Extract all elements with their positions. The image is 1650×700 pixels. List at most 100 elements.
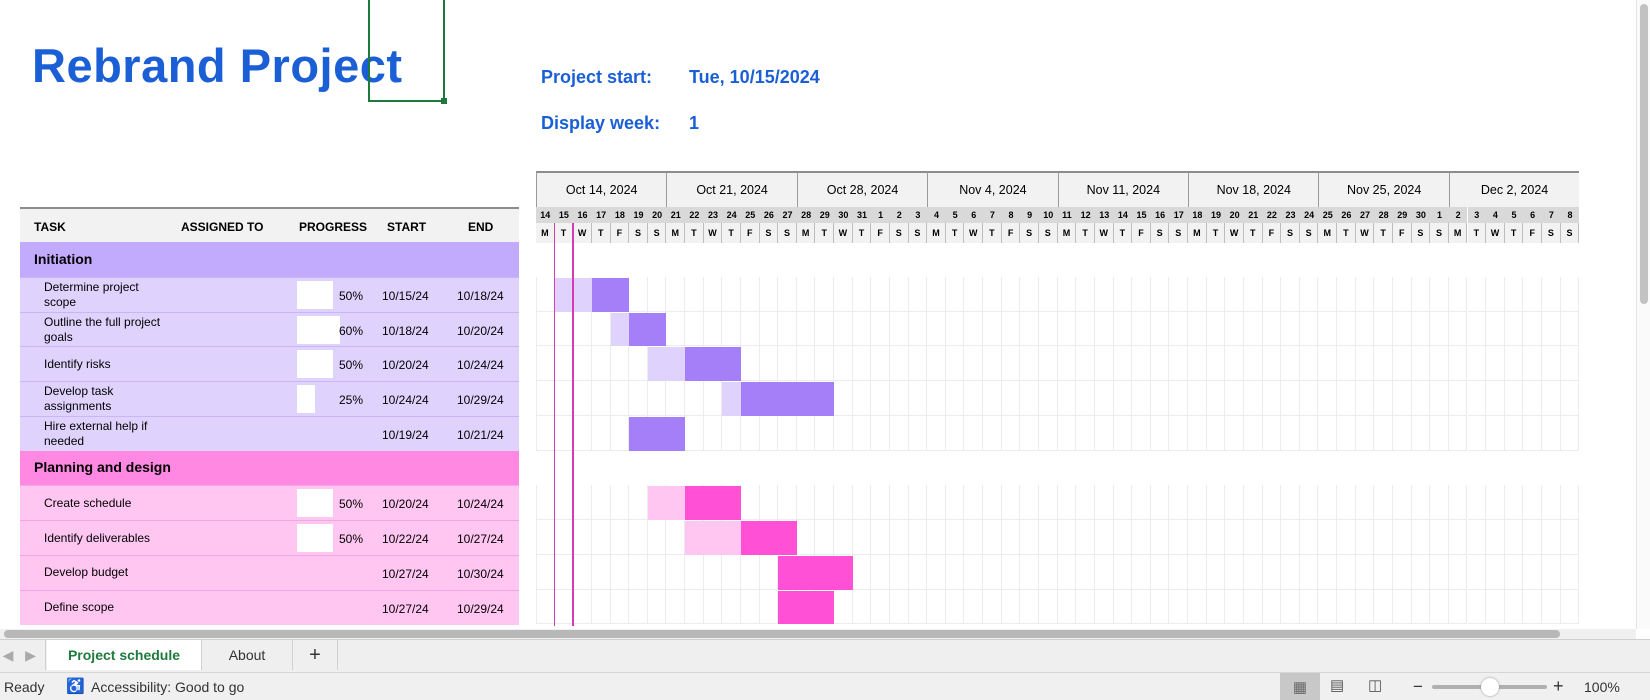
zoom-out-button[interactable]: −	[1413, 677, 1423, 697]
start-date[interactable]: 10/19/24	[382, 428, 429, 442]
grid-cell	[871, 554, 890, 590]
vertical-scroll-thumb[interactable]	[1640, 4, 1648, 304]
start-date[interactable]: 10/27/24	[382, 567, 429, 581]
gantt-bar[interactable]	[778, 590, 835, 625]
grid-cell	[1374, 415, 1393, 451]
task-name[interactable]: Develop budget	[44, 556, 169, 590]
progress-value[interactable]: 25%	[320, 393, 363, 407]
task-name[interactable]: Outline the full project goals	[44, 313, 169, 347]
zoom-in-button[interactable]: +	[1553, 676, 1564, 697]
gantt-bar[interactable]	[685, 347, 741, 381]
grid-cell	[1542, 381, 1561, 416]
grid-cell	[1281, 346, 1300, 381]
start-date[interactable]: 10/15/24	[382, 289, 429, 303]
horizontal-scrollbar[interactable]	[0, 629, 1636, 639]
start-date[interactable]: 10/20/24	[382, 497, 429, 511]
grid-cell	[927, 589, 946, 625]
start-date[interactable]: 10/27/24	[382, 602, 429, 616]
table-row[interactable]: Develop task assignments 25% 10/24/24 10/29…	[20, 381, 519, 416]
grid-cell	[964, 554, 984, 590]
end-date[interactable]: 10/20/24	[457, 324, 504, 338]
task-name[interactable]: Create schedule	[44, 486, 169, 520]
table-row[interactable]: Develop budget 10/27/24 10/30/24	[20, 554, 519, 590]
progress-value[interactable]: 50%	[320, 289, 363, 303]
start-date[interactable]: 10/24/24	[382, 393, 429, 407]
start-date[interactable]: 10/18/24	[382, 324, 429, 338]
gantt-bar[interactable]	[685, 486, 741, 520]
table-row[interactable]: Determine project scope 50% 10/15/24 10/18/…	[20, 276, 519, 312]
gantt-bar-complete[interactable]	[722, 382, 741, 416]
tab-project-schedule[interactable]: Project schedule	[47, 640, 202, 670]
accessibility-icon[interactable]: ♿	[66, 677, 85, 695]
accessibility-status[interactable]: Accessibility: Good to go	[91, 679, 244, 695]
scroll-tabs-right-icon[interactable]: ▶	[16, 640, 46, 670]
page-break-view-icon[interactable]: ◫	[1368, 676, 1382, 694]
gantt-bar[interactable]	[740, 382, 835, 416]
grid-cell	[1262, 485, 1282, 520]
add-sheet-button[interactable]: +	[293, 640, 338, 670]
end-date[interactable]: 10/24/24	[457, 358, 504, 372]
horizontal-scroll-thumb[interactable]	[4, 630, 1560, 638]
progress-value[interactable]: 50%	[320, 497, 363, 511]
cell-selection[interactable]	[368, 0, 447, 104]
task-name[interactable]: Determine project scope	[44, 278, 169, 312]
scroll-tabs-left-icon[interactable]: ◀	[0, 640, 16, 670]
progress-value[interactable]: 50%	[320, 532, 363, 546]
table-header: TASK ASSIGNED TO PROGRESS START END	[20, 207, 519, 242]
end-date[interactable]: 10/30/24	[457, 567, 504, 581]
gantt-bar-complete[interactable]	[610, 312, 630, 347]
display-week-value[interactable]: 1	[689, 113, 699, 134]
progress-value[interactable]: 50%	[320, 358, 363, 372]
task-name[interactable]: Define scope	[44, 591, 169, 625]
grid-cell	[1299, 381, 1319, 416]
table-row[interactable]: Outline the full project goals 60% 10/18/2…	[20, 311, 519, 347]
end-date[interactable]: 10/21/24	[457, 428, 504, 442]
table-row[interactable]: Create schedule 50% 10/20/24 10/24/24	[20, 485, 519, 521]
end-date[interactable]: 10/29/24	[457, 393, 504, 407]
table-row[interactable]: Identify deliverables 50% 10/22/24 10/27/24	[20, 520, 519, 555]
gantt-bar[interactable]	[740, 521, 797, 555]
progress-value[interactable]: 60%	[320, 324, 363, 338]
weekday-letter: F	[1262, 223, 1282, 243]
gantt-bar[interactable]	[629, 312, 667, 347]
gantt-bar-complete[interactable]	[685, 521, 741, 555]
progress-bar	[297, 385, 315, 413]
zoom-level[interactable]: 100%	[1584, 679, 1620, 695]
end-date[interactable]: 10/24/24	[457, 497, 504, 511]
zoom-slider-handle[interactable]	[1480, 678, 1499, 696]
start-date[interactable]: 10/22/24	[382, 532, 429, 546]
gantt-bar[interactable]	[591, 277, 630, 312]
gantt-bar-complete[interactable]	[647, 347, 686, 381]
grid-cell	[1337, 415, 1356, 451]
table-row[interactable]: Hire external help if needed 10/19/24 10/2…	[20, 415, 519, 451]
tab-about[interactable]: About	[202, 640, 293, 670]
end-date[interactable]: 10/29/24	[457, 602, 504, 616]
grid-cell	[610, 554, 630, 590]
end-date[interactable]: 10/27/24	[457, 532, 504, 546]
table-row[interactable]: Identify risks 50% 10/20/24 10/24/24	[20, 346, 519, 382]
project-start-value[interactable]: Tue, 10/15/2024	[689, 67, 820, 88]
grid-cell	[610, 520, 630, 555]
gantt-bar[interactable]	[629, 416, 686, 451]
page-layout-view-icon[interactable]: ▤	[1330, 676, 1344, 694]
task-name[interactable]: Identify risks	[44, 347, 169, 381]
grid-cell	[964, 311, 984, 347]
week-label: Nov 25, 2024	[1318, 171, 1449, 207]
task-name[interactable]: Develop task assignments	[44, 382, 169, 416]
gantt-bar[interactable]	[778, 555, 853, 590]
grid-cell	[610, 381, 630, 416]
task-name[interactable]: Identify deliverables	[44, 521, 169, 555]
grid-cell	[1188, 311, 1207, 347]
day-number: 17	[591, 207, 611, 223]
end-date[interactable]: 10/18/24	[457, 289, 504, 303]
normal-view-icon[interactable]: ▦	[1280, 673, 1320, 700]
gantt-bar-complete[interactable]	[647, 486, 686, 520]
task-name[interactable]: Hire external help if needed	[44, 417, 169, 451]
vertical-scrollbar[interactable]	[1636, 0, 1650, 629]
grid-cell	[1504, 485, 1524, 520]
table-row[interactable]: Define scope 10/27/24 10/29/24	[20, 589, 519, 625]
start-date[interactable]: 10/20/24	[382, 358, 429, 372]
group-row[interactable]: Planning and design	[20, 450, 519, 486]
group-row[interactable]: Initiation	[20, 242, 519, 277]
grid-cell	[1206, 485, 1226, 520]
